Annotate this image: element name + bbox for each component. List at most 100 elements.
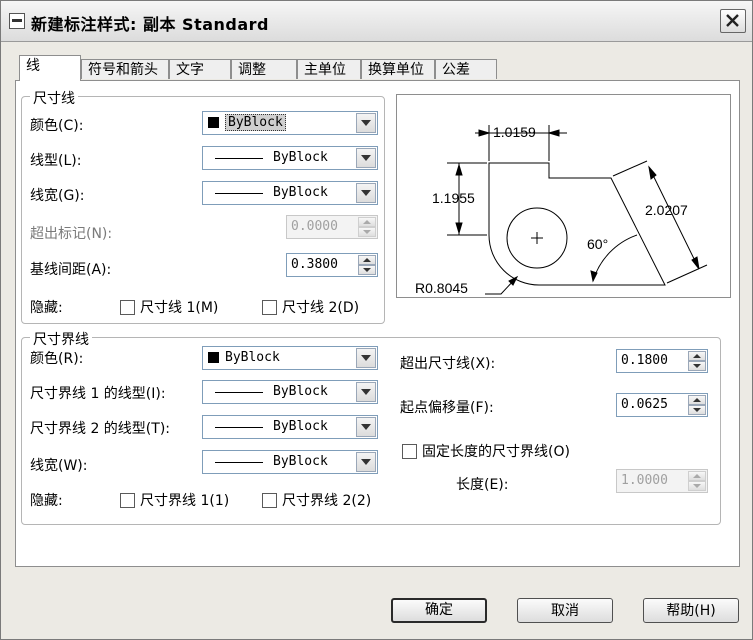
lineweight-label: 线宽(G): bbox=[30, 188, 85, 204]
spin-down-icon[interactable] bbox=[358, 227, 376, 237]
line-sample bbox=[215, 392, 263, 393]
dimension-preview-drawing: 1.0159 1.1955 2.0207 60° R0.8045 bbox=[415, 124, 708, 296]
spin-up-icon[interactable] bbox=[358, 255, 376, 265]
ext-linetype2-label: 尺寸界线 2 的线型(T): bbox=[30, 421, 170, 437]
select-value: ByBlock bbox=[273, 454, 328, 469]
checkbox-box[interactable] bbox=[120, 299, 135, 315]
origin-offset-spinner[interactable]: 0.0625 bbox=[616, 393, 708, 417]
line-sample bbox=[215, 158, 263, 159]
chevron-down-icon[interactable] bbox=[356, 382, 376, 402]
suppress-dim-line-2-checkbox[interactable]: 尺寸线 2(D) bbox=[262, 297, 359, 317]
checkbox-box[interactable] bbox=[402, 443, 417, 459]
checkbox-label: 尺寸线 1(M) bbox=[140, 300, 219, 316]
tab-panel-lines: 尺寸线 颜色(C): ByBlock 线型(L): ByBlock 线宽(G):… bbox=[15, 80, 740, 567]
close-button[interactable] bbox=[720, 9, 746, 33]
group-dimension-lines: 尺寸线 颜色(C): ByBlock 线型(L): ByBlock 线宽(G):… bbox=[21, 88, 385, 324]
spin-up-icon[interactable] bbox=[358, 217, 376, 227]
length-label: 长度(E): bbox=[456, 477, 509, 493]
chevron-down-icon[interactable] bbox=[356, 113, 376, 133]
extend-ticks-spinner[interactable]: 0.0000 bbox=[286, 215, 378, 239]
tab-alternate-units[interactable]: 换算单位 bbox=[361, 59, 435, 79]
spinner-value: 0.3800 bbox=[291, 257, 338, 272]
extend-ticks-label: 超出标记(N): bbox=[30, 226, 113, 242]
tab-lines[interactable]: 线 bbox=[19, 55, 81, 81]
select-value: ByBlock bbox=[273, 150, 328, 165]
preview-pane: 1.0159 1.1955 2.0207 60° R0.8045 bbox=[396, 94, 731, 298]
color-swatch bbox=[208, 352, 219, 363]
select-value: ByBlock bbox=[273, 384, 328, 399]
checkbox-box[interactable] bbox=[120, 492, 135, 508]
linetype-label: 线型(L): bbox=[30, 153, 82, 169]
checkbox-label: 尺寸线 2(D) bbox=[282, 300, 360, 316]
spin-down-icon[interactable] bbox=[358, 265, 376, 275]
extend-beyond-spinner[interactable]: 0.1800 bbox=[616, 349, 708, 373]
spin-up-icon[interactable] bbox=[688, 395, 706, 405]
checkbox-box[interactable] bbox=[262, 492, 277, 508]
chevron-down-icon[interactable] bbox=[356, 452, 376, 472]
baseline-spacing-spinner[interactable]: 0.3800 bbox=[286, 253, 378, 277]
spin-up-icon[interactable] bbox=[688, 471, 706, 481]
close-icon bbox=[726, 14, 739, 27]
ext-lineweight-select[interactable]: ByBlock bbox=[202, 450, 378, 474]
dim-linetype-select[interactable]: ByBlock bbox=[202, 146, 378, 170]
preview-dim-top: 1.0159 bbox=[493, 124, 536, 140]
ext-linetype1-label: 尺寸界线 1 的线型(I): bbox=[30, 386, 166, 402]
title-bar[interactable]: 新建标注样式: 副本 Standard bbox=[1, 1, 752, 42]
select-value: ByBlock bbox=[225, 350, 280, 365]
tab-symbols-arrows[interactable]: 符号和箭头 bbox=[81, 59, 169, 79]
spin-down-icon[interactable] bbox=[688, 405, 706, 415]
suppress-ext-line-2-checkbox[interactable]: 尺寸界线 2(2) bbox=[262, 490, 371, 510]
checkbox-label: 固定长度的尺寸界线(O) bbox=[422, 444, 570, 460]
checkbox-box[interactable] bbox=[262, 299, 277, 315]
spinner-value: 0.1800 bbox=[621, 353, 668, 368]
chevron-down-icon[interactable] bbox=[356, 183, 376, 203]
select-value: ByBlock bbox=[273, 185, 328, 200]
ext-color-label: 颜色(R): bbox=[30, 351, 84, 367]
suppress-dim-line-1-checkbox[interactable]: 尺寸线 1(M) bbox=[120, 297, 218, 317]
length-spinner[interactable]: 1.0000 bbox=[616, 469, 708, 493]
tab-fit[interactable]: 调整 bbox=[231, 59, 297, 79]
line-sample bbox=[215, 462, 263, 463]
baseline-spacing-label: 基线间距(A): bbox=[30, 262, 112, 278]
checkbox-label: 尺寸界线 1(1) bbox=[140, 493, 230, 509]
spin-down-icon[interactable] bbox=[688, 481, 706, 491]
help-button[interactable]: 帮助(H) bbox=[643, 598, 739, 623]
spinner-value: 0.0000 bbox=[291, 219, 338, 234]
dim-color-select[interactable]: ByBlock bbox=[202, 111, 378, 135]
line-sample bbox=[215, 427, 263, 428]
tab-text[interactable]: 文字 bbox=[169, 59, 231, 79]
tab-tolerances[interactable]: 公差 bbox=[435, 59, 497, 79]
group-extension-lines: 尺寸界线 颜色(R): ByBlock 尺寸界线 1 的线型(I): ByBlo… bbox=[21, 329, 721, 525]
spin-down-icon[interactable] bbox=[688, 361, 706, 371]
origin-offset-label: 起点偏移量(F): bbox=[400, 400, 494, 416]
suppress-ext-line-1-checkbox[interactable]: 尺寸界线 1(1) bbox=[120, 490, 229, 510]
chevron-down-icon[interactable] bbox=[356, 417, 376, 437]
preview-dim-angle: 60° bbox=[587, 236, 608, 252]
group-title: 尺寸线 bbox=[30, 88, 78, 108]
dialog-window: 新建标注样式: 副本 Standard 线 符号和箭头 文字 调整 主单位 换算… bbox=[0, 0, 753, 640]
spinner-value: 0.0625 bbox=[621, 397, 668, 412]
color-swatch bbox=[208, 117, 219, 128]
spin-up-icon[interactable] bbox=[688, 351, 706, 361]
cancel-button[interactable]: 取消 bbox=[517, 598, 613, 623]
tab-primary-units[interactable]: 主单位 bbox=[297, 59, 361, 79]
ext-linetype2-select[interactable]: ByBlock bbox=[202, 415, 378, 439]
color-label: 颜色(C): bbox=[30, 118, 84, 134]
ok-button[interactable]: 确定 bbox=[391, 598, 487, 623]
app-icon bbox=[9, 13, 25, 29]
suppress-label: 隐藏: bbox=[30, 300, 63, 316]
preview-dim-right: 2.0207 bbox=[645, 202, 688, 218]
dim-lineweight-select[interactable]: ByBlock bbox=[202, 181, 378, 205]
spinner-value: 1.0000 bbox=[621, 473, 668, 488]
extend-beyond-label: 超出尺寸线(X): bbox=[400, 356, 496, 372]
ext-linetype1-select[interactable]: ByBlock bbox=[202, 380, 378, 404]
select-value: ByBlock bbox=[273, 419, 328, 434]
line-sample bbox=[215, 193, 263, 194]
ext-color-select[interactable]: ByBlock bbox=[202, 346, 378, 370]
select-value: ByBlock bbox=[225, 114, 286, 131]
preview-dim-left: 1.1955 bbox=[432, 190, 475, 206]
chevron-down-icon[interactable] bbox=[356, 348, 376, 368]
ext-lineweight-label: 线宽(W): bbox=[30, 458, 88, 474]
chevron-down-icon[interactable] bbox=[356, 148, 376, 168]
fixed-length-checkbox[interactable]: 固定长度的尺寸界线(O) bbox=[402, 441, 570, 461]
